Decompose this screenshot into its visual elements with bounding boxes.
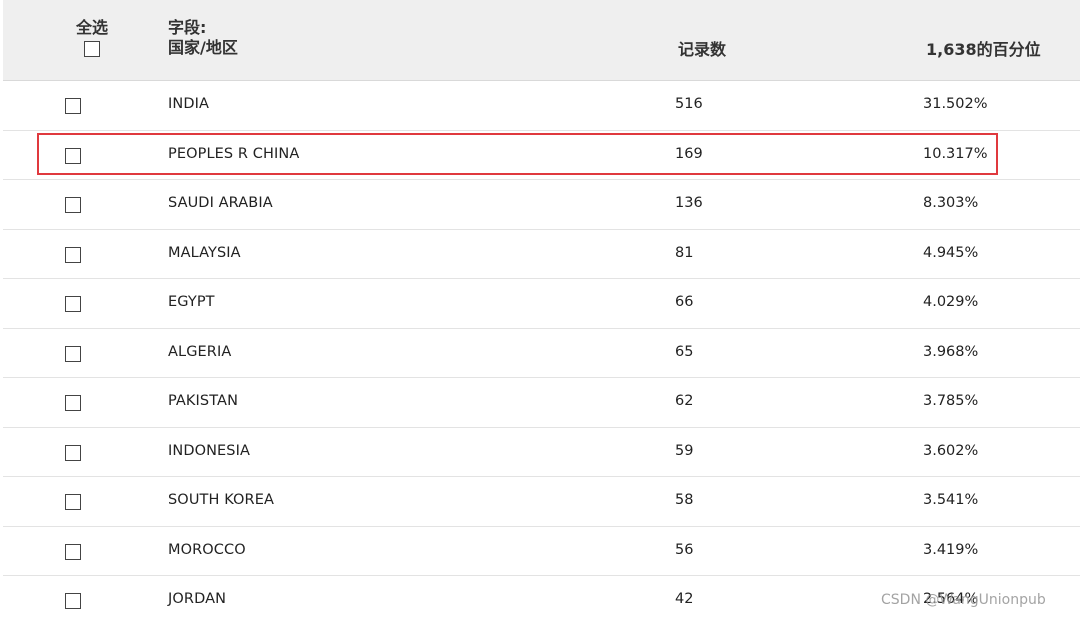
field-header: 字段: 国家/地区	[168, 18, 238, 58]
country-cell: ALGERIA	[168, 343, 232, 360]
percent-cell: 3.541%	[923, 492, 979, 508]
percent-cell: 4.029%	[923, 294, 979, 310]
row-checkbox[interactable]	[65, 444, 81, 461]
table-row: INDONESIA 59 3.602%	[3, 428, 1080, 477]
country-cell: PAKISTAN	[168, 393, 239, 409]
percent-header: 1,638的百分位	[926, 40, 1041, 59]
country-cell: MALAYSIA	[168, 244, 241, 261]
row-checkbox[interactable]	[65, 98, 81, 114]
field-label: 字段:	[168, 18, 207, 37]
row-checkbox[interactable]	[65, 296, 81, 312]
count-cell: 59	[675, 442, 694, 459]
table-row: SAUDI ARABIA 136 8.303%	[3, 180, 1080, 230]
percent-cell: 3.968%	[923, 343, 979, 360]
results-table-body: INDIA 516 31.502% PEOPLES R CHINA 169 10…	[3, 81, 1080, 621]
row-checkbox[interactable]	[65, 345, 81, 362]
table-row: MOROCCO 56 3.419%	[3, 527, 1080, 576]
table-row: EGYPT 66 4.029%	[3, 279, 1080, 329]
country-cell: MOROCCO	[168, 541, 246, 558]
percent-cell: 31.502%	[923, 96, 988, 112]
row-checkbox[interactable]	[65, 246, 81, 263]
row-checkbox[interactable]	[65, 395, 81, 411]
percent-cell: 4.945%	[923, 244, 979, 261]
count-cell: 66	[675, 294, 694, 310]
country-cell: EGYPT	[168, 294, 215, 310]
country-cell: SOUTH KOREA	[168, 492, 274, 508]
percent-cell: 3.785%	[923, 393, 979, 409]
percent-cell: 8.303%	[923, 195, 979, 211]
table-row: INDIA 516 31.502%	[3, 81, 1080, 131]
select-all-column: 全选	[67, 18, 117, 61]
country-cell: INDIA	[168, 96, 209, 112]
count-cell: 58	[675, 492, 694, 508]
country-cell: INDONESIA	[168, 442, 251, 459]
count-cell: 56	[675, 541, 694, 558]
table-row: PAKISTAN 62 3.785%	[3, 378, 1080, 428]
count-cell: 65	[675, 343, 694, 360]
select-all-label: 全选	[75, 18, 108, 37]
row-checkbox[interactable]	[65, 543, 81, 560]
count-cell: 136	[675, 195, 703, 211]
count-cell: 62	[675, 393, 694, 409]
row-checkbox[interactable]	[65, 147, 81, 164]
percent-cell: 3.419%	[923, 541, 979, 558]
count-cell: 169	[675, 145, 703, 162]
country-cell: PEOPLES R CHINA	[168, 145, 300, 162]
country-cell: JORDAN	[168, 591, 227, 607]
table-row: PEOPLES R CHINA 169 10.317%	[3, 131, 1080, 180]
results-analysis-page: 全选 字段: 国家/地区 记录数 1,638的百分位 INDIA 516 31.…	[0, 0, 1080, 621]
count-cell: 81	[675, 244, 694, 261]
row-checkbox[interactable]	[65, 593, 81, 609]
percent-cell: 10.317%	[923, 145, 988, 162]
table-row: ALGERIA 65 3.968%	[3, 329, 1080, 378]
count-cell: 42	[675, 591, 694, 607]
table-header: 全选 字段: 国家/地区 记录数 1,638的百分位	[3, 0, 1080, 81]
select-all-checkbox[interactable]	[84, 41, 100, 57]
watermark: CSDN @WangUnionpub	[881, 592, 1046, 608]
row-checkbox[interactable]	[65, 494, 81, 510]
table-row: SOUTH KOREA 58 3.541%	[3, 477, 1080, 527]
field-name: 国家/地区	[168, 38, 238, 57]
count-header: 记录数	[678, 40, 727, 59]
count-cell: 516	[675, 96, 703, 112]
row-checkbox[interactable]	[65, 197, 81, 213]
table-row: MALAYSIA 81 4.945%	[3, 230, 1080, 279]
country-cell: SAUDI ARABIA	[168, 195, 273, 211]
percent-cell: 3.602%	[923, 442, 979, 459]
